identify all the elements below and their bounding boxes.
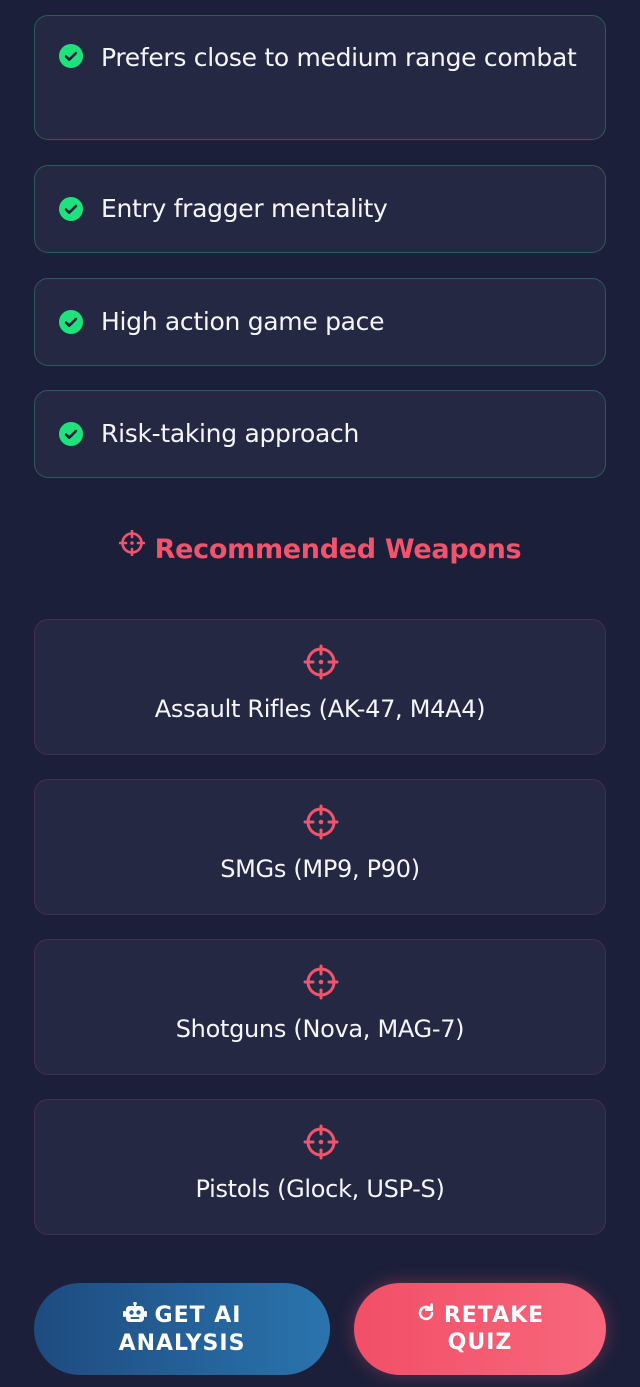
robot-icon [122, 1301, 147, 1331]
trait-card: Entry fragger mentality [34, 165, 606, 253]
button-label-line2: ANALYSIS [118, 1330, 246, 1356]
button-label-line1: RETAKE [443, 1303, 545, 1328]
weapon-card: Assault Rifles (AK-47, M4A4) [34, 619, 606, 755]
retake-quiz-button[interactable]: RETAKE QUIZ [354, 1283, 606, 1375]
check-circle-icon [59, 422, 83, 446]
crosshair-icon [303, 804, 339, 844]
button-label-line2: QUIZ [447, 1329, 513, 1355]
get-ai-analysis-button[interactable]: GET AI ANALYSIS [34, 1283, 330, 1375]
trait-text: Entry fragger mentality [101, 194, 388, 223]
crosshair-icon [303, 1124, 339, 1164]
crosshair-icon [303, 964, 339, 1004]
weapon-label: Pistols (Glock, USP-S) [195, 1175, 445, 1203]
trait-card: High action game pace [34, 278, 606, 366]
results-page: Prefers close to medium range combat Ent… [0, 0, 640, 1387]
weapon-label: Assault Rifles (AK-47, M4A4) [154, 695, 486, 723]
button-label-line1: GET AI [154, 1303, 242, 1328]
trait-card: Prefers close to medium range combat [34, 15, 606, 140]
redo-icon [416, 1302, 436, 1330]
check-circle-icon [59, 310, 83, 334]
check-circle-icon [59, 197, 83, 221]
check-circle-icon [59, 44, 83, 68]
weapon-card: Pistols (Glock, USP-S) [34, 1099, 606, 1235]
section-heading: Recommended Weapons [0, 528, 640, 572]
weapon-card: Shotguns (Nova, MAG-7) [34, 939, 606, 1075]
trait-card: Risk-taking approach [34, 390, 606, 478]
crosshair-icon [118, 526, 145, 570]
trait-text: Prefers close to medium range combat [101, 43, 577, 72]
section-title: Recommended Weapons [154, 534, 522, 565]
trait-text: Risk-taking approach [101, 419, 360, 448]
weapon-label: SMGs (MP9, P90) [220, 855, 420, 883]
weapon-label: Shotguns (Nova, MAG-7) [175, 1015, 465, 1043]
crosshair-icon [303, 644, 339, 684]
weapon-card: SMGs (MP9, P90) [34, 779, 606, 915]
trait-text: High action game pace [101, 307, 385, 336]
